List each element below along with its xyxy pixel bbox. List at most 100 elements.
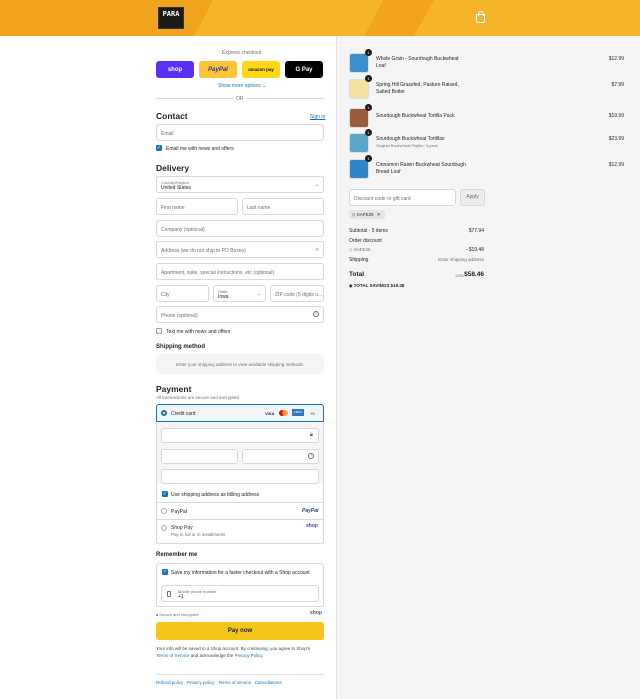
total-label: Total bbox=[349, 271, 365, 278]
savings-tag-icon: ◈ bbox=[349, 283, 353, 288]
first-name-field[interactable]: First name bbox=[156, 198, 238, 215]
shipping-value: Enter shipping address bbox=[437, 257, 484, 262]
refund-policy-link[interactable]: Refund policy bbox=[156, 680, 183, 685]
shipping-label: Shipping bbox=[349, 257, 369, 263]
email-news-label: Email me with news and offers bbox=[166, 146, 234, 152]
or-divider: OR bbox=[234, 96, 246, 102]
mobile-phone-field[interactable]: Mobile phone number +1 bbox=[161, 585, 319, 602]
cart-item: 1 Whole Grain - Sourdough Buckwheat Loaf… bbox=[349, 49, 624, 73]
pay-now-button[interactable]: Pay now bbox=[156, 622, 324, 640]
cancellations-link[interactable]: Cancellations bbox=[255, 680, 282, 685]
apply-discount-button[interactable]: Apply bbox=[460, 189, 485, 206]
product-thumbnail bbox=[349, 159, 369, 179]
quantity-badge: 1 bbox=[365, 49, 372, 56]
shop-pay-radio[interactable] bbox=[161, 525, 167, 531]
search-icon: ⌕ bbox=[315, 247, 319, 253]
delivery-title: Delivery bbox=[156, 163, 190, 173]
country-select[interactable]: Country/Region United States ⌄ bbox=[156, 176, 324, 193]
payment-subtitle: All transactions are secure and encrypte… bbox=[156, 395, 241, 400]
total-value: $58.46 bbox=[464, 271, 484, 278]
mastercard-icon bbox=[279, 410, 288, 416]
discount-tag: ◇ SAFE25 ✕ bbox=[349, 210, 385, 219]
credit-card-label: Credit card bbox=[171, 411, 196, 417]
terms-of-service-link[interactable]: Terms of Service bbox=[156, 653, 190, 658]
discount-code-field[interactable]: Discount code or gift card bbox=[349, 189, 456, 206]
product-price: $12.99 bbox=[608, 56, 624, 62]
payment-title: Payment bbox=[156, 384, 192, 394]
cart-item: 1 Spring Hill Grassfed, Pasture Raised, … bbox=[349, 75, 624, 99]
save-info-label: Save my information for a faster checkou… bbox=[171, 570, 310, 576]
shop-pay-option-label: Shop Pay bbox=[171, 525, 193, 531]
help-icon[interactable]: ? bbox=[308, 453, 314, 459]
address-field[interactable]: Address (we do not ship to PO Boxes) ⌕ bbox=[156, 241, 324, 258]
product-name: Whole Grain - Sourdough Buckwheat Loaf bbox=[376, 56, 459, 69]
billing-address-checkbox[interactable]: ✓ bbox=[162, 491, 168, 497]
shop-pay-logo: shop bbox=[306, 523, 318, 529]
product-variant: Original Buckwheat Flajita / 3-pack bbox=[376, 143, 438, 148]
total-savings: ◈ TOTAL SAVINGS $19.48 bbox=[349, 283, 405, 288]
show-more-options-link[interactable]: Show more options ⌄ bbox=[218, 83, 266, 89]
secure-encrypted-note: 🔒︎ Secure and encrypted bbox=[156, 612, 199, 617]
subtotal-label: Subtotal · 5 items bbox=[349, 228, 388, 234]
help-icon[interactable]: ? bbox=[313, 311, 319, 317]
mobile-phone-icon bbox=[167, 591, 171, 597]
cart-icon[interactable] bbox=[476, 11, 485, 23]
phone-field[interactable]: Phone (optional) ? bbox=[156, 306, 324, 323]
paypal-express-button[interactable]: PayPal bbox=[199, 61, 237, 78]
google-pay-express-button[interactable]: G Pay bbox=[285, 61, 323, 78]
shipping-method-message: Enter your shipping address to view avai… bbox=[156, 354, 324, 374]
sign-in-link[interactable]: Sign in bbox=[310, 114, 325, 120]
footer-links: Refund policy Privacy policy Terms of se… bbox=[156, 680, 282, 685]
quantity-badge: 1 bbox=[365, 129, 372, 136]
remove-discount-icon[interactable]: ✕ bbox=[377, 212, 381, 217]
tag-icon: ◇ bbox=[352, 212, 356, 217]
product-price: $23.99 bbox=[608, 136, 624, 142]
product-price: $19.99 bbox=[608, 113, 624, 119]
express-checkout-title: Express checkout bbox=[222, 50, 262, 56]
last-name-field[interactable]: Last name bbox=[242, 198, 324, 215]
terms-link[interactable]: Terms of service bbox=[218, 680, 251, 685]
currency-label: USD bbox=[455, 273, 464, 278]
text-news-checkbox[interactable] bbox=[156, 328, 162, 334]
product-price: $12.99 bbox=[608, 162, 624, 168]
expiration-date-field[interactable] bbox=[161, 449, 238, 464]
product-name: Spring Hill Grassfed, Pasture Raised, Sa… bbox=[376, 82, 459, 95]
credit-card-radio[interactable] bbox=[161, 410, 167, 416]
subtotal-value: $77.94 bbox=[468, 228, 484, 234]
name-on-card-field[interactable] bbox=[161, 469, 319, 484]
email-field[interactable]: Email bbox=[156, 124, 324, 141]
discount-code-label: ◇ SAFE25 bbox=[349, 247, 371, 252]
lock-icon: 🔒︎ bbox=[309, 432, 313, 438]
chevron-down-icon: ⌄ bbox=[256, 291, 261, 297]
shop-pay-subtitle: Pay in full or in installments bbox=[171, 532, 226, 537]
shop-pay-express-button[interactable]: shop bbox=[156, 61, 194, 78]
email-news-checkbox[interactable]: ✓ bbox=[156, 145, 162, 151]
privacy-policy-link[interactable]: Privacy Policy bbox=[235, 653, 263, 658]
security-code-field[interactable]: ? bbox=[242, 449, 319, 464]
paypal-option-label: PayPal bbox=[171, 509, 187, 515]
lock-icon: 🔒︎ bbox=[156, 612, 159, 617]
store-logo[interactable]: PARA bbox=[158, 7, 184, 29]
product-name: Sourdough Buckwheat Tortillas bbox=[376, 136, 445, 142]
company-field[interactable]: Company (optional) bbox=[156, 220, 324, 237]
city-field[interactable]: City bbox=[156, 285, 209, 302]
contact-title: Contact bbox=[156, 111, 188, 121]
billing-address-label: Use shipping address as billing address bbox=[171, 492, 260, 498]
legal-text: Your info will be saved to a Shop accoun… bbox=[156, 646, 311, 658]
footer-privacy-policy-link[interactable]: Privacy policy bbox=[187, 680, 215, 685]
paypal-radio[interactable] bbox=[161, 508, 167, 514]
paypal-logo: PayPal bbox=[302, 508, 319, 514]
card-number-field[interactable]: 🔒︎ bbox=[161, 428, 319, 443]
order-discount-label: Order discount bbox=[349, 238, 382, 244]
cart-item: 1 Cinnamon Raisin Buckwheat Sourdough Br… bbox=[349, 155, 624, 179]
quantity-badge: 1 bbox=[365, 75, 372, 82]
tag-icon: ◇ bbox=[349, 247, 353, 252]
state-select[interactable]: State Iowa ⌄ bbox=[213, 285, 266, 302]
amazon-pay-express-button[interactable]: amazon pay bbox=[242, 61, 280, 78]
zip-field[interactable]: ZIP code (5 digits o... bbox=[270, 285, 324, 302]
product-thumbnail bbox=[349, 79, 369, 99]
apartment-field[interactable]: Apartment, suite, special instructions, … bbox=[156, 263, 324, 280]
save-info-checkbox[interactable]: ✓ bbox=[162, 569, 168, 575]
remember-me-title: Remember me bbox=[156, 552, 198, 558]
shipping-method-title: Shipping method bbox=[156, 344, 205, 350]
